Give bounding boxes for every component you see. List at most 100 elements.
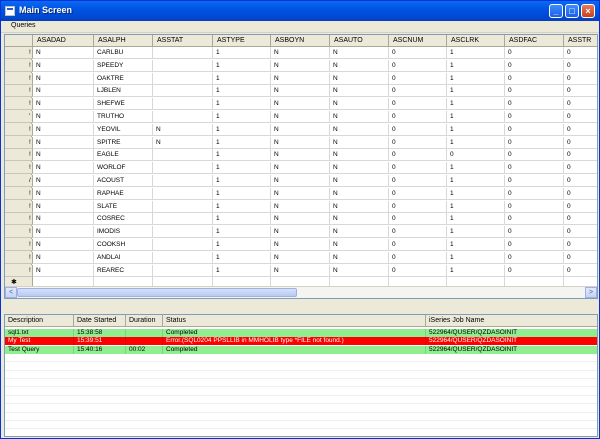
grid-row[interactable]: ! N LJBLEN 1 N N 0 1 0 0 [5,85,597,98]
grid-cell-ascnum[interactable]: 0 [389,264,447,277]
grid-cell-asstr[interactable]: 0 [564,239,597,251]
grid-cell-asboyn[interactable]: N [271,175,330,187]
grid-cell-asalph[interactable]: IMODIS [94,226,153,239]
maximize-button[interactable]: □ [565,4,579,18]
minimize-button[interactable]: _ [549,4,563,18]
log-column-header-date-started[interactable]: Date Started [74,315,126,327]
grid-cell-asstr[interactable]: 0 [564,124,597,136]
grid-cell-asstr[interactable]: 0 [564,175,597,187]
log-column-header-description[interactable]: Description [5,315,74,327]
grid-cell-asalph[interactable]: SPEEDY [94,59,153,72]
grid-cell-asstat[interactable] [153,226,213,239]
grid-cell-asauto[interactable]: N [330,47,389,59]
grid-cell-asdfac[interactable]: 0 [505,264,564,277]
grid-cell-ascnum[interactable]: 0 [389,187,447,200]
grid-cell-ascnum[interactable]: 0 [389,59,447,72]
grid-cell-asstat[interactable] [153,85,213,98]
grid-cell-asalph[interactable]: CARLBU [94,47,153,59]
grid-cell-asstr[interactable]: 0 [564,60,597,72]
grid-cell-asauto[interactable]: N [330,175,389,187]
row-header[interactable]: ! [5,47,33,59]
grid-cell-asadad[interactable]: N [33,85,94,98]
column-header-asclrk[interactable]: ASCLRK [447,35,505,47]
column-header-asboyn[interactable]: ASBOYN [271,35,330,47]
grid-cell-asauto[interactable]: N [330,111,389,123]
grid-cell-asstat[interactable]: N [153,123,213,136]
grid-cell-asadad[interactable]: N [33,136,94,149]
grid-cell-asclrk[interactable]: 1 [447,98,505,111]
grid-cell-asclrk[interactable]: 1 [447,162,505,175]
grid-cell-asstat[interactable] [153,59,213,72]
grid-cell-asboyn[interactable]: N [271,251,330,264]
grid-cell-asboyn[interactable]: N [271,98,330,111]
grid-cell-astype[interactable]: 1 [213,226,271,239]
grid-cell-astype[interactable]: 1 [213,251,271,264]
grid-cell-astype[interactable]: 1 [213,200,271,213]
grid-cell-asboyn[interactable]: N [271,59,330,72]
grid-cell-asauto[interactable]: N [330,72,389,85]
log-row[interactable]: sql1.txt 15:38:58 Completed 522964/QUSER/QZ… [5,329,597,337]
grid-cell-ascnum[interactable]: 0 [389,149,447,162]
row-header[interactable]: ! [5,226,33,239]
row-header[interactable]: ! [5,85,33,98]
horizontal-scrollbar[interactable]: < > [5,286,597,298]
grid-cell-asclrk[interactable]: 1 [447,136,505,149]
grid-cell-asclrk[interactable]: 0 [447,149,505,162]
grid-row[interactable]: ! N SHEFWE 1 N N 0 1 0 0 [5,98,597,111]
row-header[interactable]: / [5,175,33,187]
grid-cell-asstat[interactable] [153,162,213,175]
grid-cell-asstat[interactable] [153,175,213,187]
grid-cell-asalph[interactable]: LJBLEN [94,85,153,98]
query-log-list[interactable]: Description Date Started Duration Status iSe… [4,314,598,437]
scroll-left-button[interactable]: < [5,287,17,298]
grid-cell-asstr[interactable]: 0 [564,47,597,59]
grid-cell-astype[interactable]: 1 [213,111,271,123]
grid-cell-asauto[interactable]: N [330,59,389,72]
grid-row[interactable]: ! N SPITRE N 1 N N 0 1 0 0 [5,136,597,149]
grid-cell-asadad[interactable]: N [33,175,94,187]
grid-cell-asadad[interactable]: N [33,98,94,111]
grid-cell-asadad[interactable]: N [33,187,94,200]
grid-cell-asauto[interactable]: N [330,200,389,213]
grid-cell-asclrk[interactable]: 1 [447,123,505,136]
panel-splitter[interactable] [1,300,599,314]
row-header[interactable]: ! [5,136,33,149]
grid-cell-asadad[interactable]: N [33,123,94,136]
grid-cell-astype[interactable]: 1 [213,59,271,72]
grid-cell-asalph[interactable]: RAPHAE [94,187,153,200]
row-header[interactable]: ! [5,98,33,111]
grid-cell-asdfac[interactable]: 0 [505,72,564,85]
grid-cell-asboyn[interactable]: N [271,111,330,123]
grid-cell-asstr[interactable]: 0 [564,265,597,277]
grid-cell-asauto[interactable]: N [330,251,389,264]
grid-cell-asboyn[interactable]: N [271,47,330,59]
grid-cell-asalph[interactable]: ACOUST [94,175,153,187]
grid-cell-astype[interactable]: 1 [213,175,271,187]
grid-cell-asstat[interactable] [153,213,213,226]
grid-cell-asstr[interactable]: 0 [564,188,597,200]
grid-row[interactable]: ! N SPEEDY 1 N N 0 1 0 0 [5,59,597,72]
grid-cell-asstat[interactable] [153,98,213,111]
grid-row[interactable]: ! N CARLBU 1 N N 0 1 0 0 [5,47,597,59]
row-header[interactable]: ' [5,111,33,123]
data-grid[interactable]: ASADAD ASALPH ASSTAT ASTYPE ASBOYN ASAUTO ASCN… [4,34,598,299]
column-header-asstr[interactable]: ASSTR [564,35,597,47]
row-header[interactable]: ! [5,72,33,85]
grid-row[interactable]: ! N OAKTRE 1 N N 0 1 0 0 [5,72,597,85]
grid-cell-asstr[interactable]: 0 [564,149,597,162]
menu-queries[interactable]: Queries [11,22,36,29]
column-header-astype[interactable]: ASTYPE [213,35,271,47]
grid-cell-asauto[interactable]: N [330,213,389,226]
grid-cell-asboyn[interactable]: N [271,123,330,136]
grid-cell-asalph[interactable]: TRUTHO [94,111,153,123]
grid-cell-asboyn[interactable]: N [271,239,330,251]
grid-cell-asstat[interactable] [153,239,213,251]
grid-cell-asboyn[interactable]: N [271,187,330,200]
grid-cell-astype[interactable]: 1 [213,136,271,149]
grid-row[interactable]: ! N YEOVIL N 1 N N 0 1 0 0 [5,123,597,136]
column-header-ascnum[interactable]: ASCNUM [389,35,447,47]
grid-cell-asboyn[interactable]: N [271,136,330,149]
log-row[interactable]: My Test 15:39:51 Error.(SQL0204 PPSLLIB in… [5,337,597,346]
grid-cell-asauto[interactable]: N [330,136,389,149]
log-column-header-job[interactable]: iSeries Job Name [426,315,597,327]
